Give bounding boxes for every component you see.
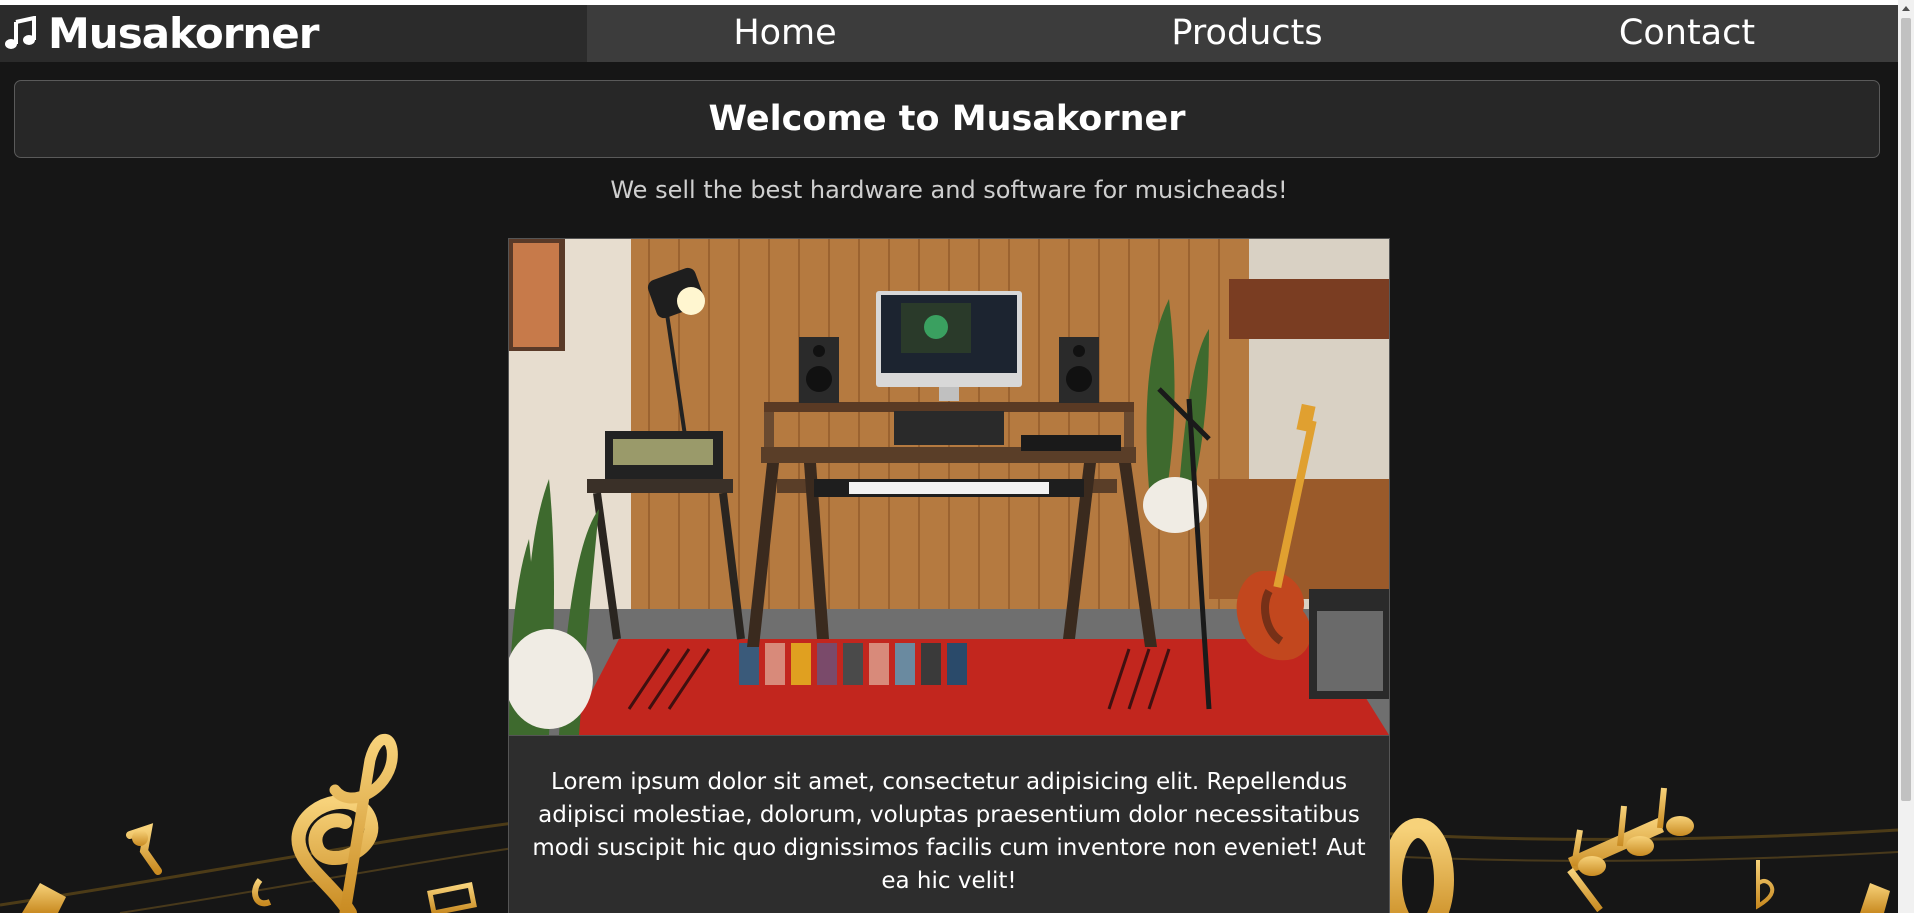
- nav-item-contact[interactable]: Contact: [1572, 5, 1802, 62]
- brand[interactable]: Musakorner: [0, 5, 587, 62]
- treble-clef-icon: [291, 733, 398, 913]
- scrollbar-thumb[interactable]: [1901, 18, 1911, 801]
- scroll-up-icon[interactable]: [1902, 6, 1910, 11]
- music-note-icon: [5, 15, 36, 49]
- nav-item-home[interactable]: Home: [700, 5, 870, 62]
- top-navigation-bar: Musakorner Home Products Contact: [0, 5, 1898, 62]
- tagline: We sell the best hardware and software f…: [610, 176, 1288, 204]
- vertical-scrollbar[interactable]: [1898, 0, 1914, 913]
- featured-card: Lorem ipsum dolor sit amet, consectetur …: [508, 238, 1390, 913]
- brand-name: Musakorner: [48, 9, 320, 58]
- welcome-banner: Welcome to Musakorner: [14, 80, 1880, 158]
- page-title: Welcome to Musakorner: [708, 99, 1186, 139]
- nav-item-products[interactable]: Products: [1122, 5, 1372, 62]
- card-description: Lorem ipsum dolor sit amet, consectetur …: [532, 769, 1366, 894]
- music-studio-photo: [509, 239, 1389, 736]
- eighth-notes-icon: [1567, 787, 1694, 913]
- main-nav: Home Products Contact: [587, 5, 1898, 62]
